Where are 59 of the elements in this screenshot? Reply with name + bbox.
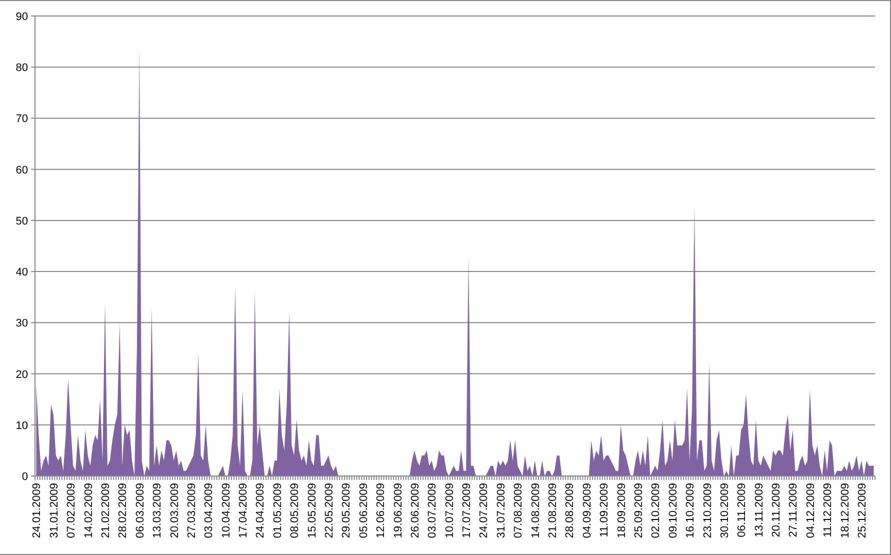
y-tick-label: 80 xyxy=(16,62,28,74)
y-tick-label: 0 xyxy=(22,471,28,483)
x-tick-label: 16.10.2009 xyxy=(684,483,697,538)
y-tick-label: 70 xyxy=(16,113,28,126)
x-tick-label: 04.12.2009 xyxy=(804,483,817,538)
x-tick-label: 21.02.2009 xyxy=(100,483,112,538)
x-tick-label: 26.06.2009 xyxy=(409,483,422,538)
x-tick-label: 08.05.2009 xyxy=(289,483,302,538)
x-tick-label: 10.04.2009 xyxy=(220,483,232,538)
x-tick-label: 06.11.2009 xyxy=(736,483,748,538)
x-tick-label: 01.05.2009 xyxy=(272,483,284,538)
x-tick-label: 14.08.2009 xyxy=(530,483,542,538)
x-tick-label: 30.10.2009 xyxy=(718,483,731,538)
x-tick-label: 18.09.2009 xyxy=(616,483,628,538)
x-tick-label: 05.06.2009 xyxy=(358,483,370,538)
x-tick-label: 15.05.2009 xyxy=(306,483,318,538)
x-tick-label: 02.10.2009 xyxy=(650,483,662,538)
x-tick-label: 07.08.2009 xyxy=(512,483,525,538)
x-tick-label: 13.11.2009 xyxy=(753,483,766,538)
x-tick-label: 04.09.2009 xyxy=(581,483,594,538)
x-tick-label: 24.01.2009 xyxy=(31,483,44,538)
x-tick-label: 10.07.2009 xyxy=(444,483,456,538)
x-tick-label: 29.05.2009 xyxy=(340,483,353,538)
x-tick-label: 24.07.2009 xyxy=(478,483,490,538)
x-tick-label: 24.04.2009 xyxy=(254,483,267,538)
x-tick-label: 18.12.2009 xyxy=(839,483,852,538)
x-tick-label: 25.09.2009 xyxy=(632,483,645,538)
x-tick-label: 27.03.2009 xyxy=(186,483,198,538)
y-tick-label: 40 xyxy=(16,266,28,279)
x-tick-label: 27.11.2009 xyxy=(788,483,800,538)
x-tick-label: 31.01.2009 xyxy=(48,483,60,538)
x-tick-label: 03.07.2009 xyxy=(426,483,439,538)
x-tick-label: 25.12.2009 xyxy=(856,483,868,538)
x-tick-label: 28.02.2009 xyxy=(117,483,130,538)
y-tick-label: 20 xyxy=(16,368,28,381)
x-tick-label: 03.04.2009 xyxy=(203,483,216,538)
y-tick-label: 30 xyxy=(16,318,28,330)
x-tick-label: 06.03.2009 xyxy=(134,483,146,538)
x-tick-label: 17.07.2009 xyxy=(461,483,474,538)
x-tick-label: 12.06.2009 xyxy=(375,483,388,538)
x-tick-label: 21.08.2009 xyxy=(547,483,560,538)
x-tick-label: 17.04.2009 xyxy=(238,483,250,538)
x-tick-label: 23.10.2009 xyxy=(702,483,714,538)
y-tick-label: 10 xyxy=(16,420,28,432)
x-tick-label: 07.02.2009 xyxy=(66,483,78,538)
x-tick-label: 20.03.2009 xyxy=(168,483,181,538)
x-tick-label: 20.11.2009 xyxy=(770,483,783,538)
x-tick-label: 22.05.2009 xyxy=(324,483,336,538)
x-tick-label: 19.06.2009 xyxy=(392,483,404,538)
x-tick-label: 31.07.2009 xyxy=(495,483,508,538)
x-tick-label: 11.09.2009 xyxy=(598,483,611,538)
x-tick-label: 09.10.2009 xyxy=(667,483,680,538)
x-tick-label: 13.03.2009 xyxy=(152,483,164,538)
y-tick-label: 60 xyxy=(16,164,28,176)
y-tick-label: 90 xyxy=(16,11,28,23)
y-tick-label: 50 xyxy=(16,215,28,228)
x-tick-label: 14.02.2009 xyxy=(82,483,95,538)
x-tick-label: 11.12.2009 xyxy=(822,483,834,538)
x-tick-label: 28.08.2009 xyxy=(564,483,576,538)
